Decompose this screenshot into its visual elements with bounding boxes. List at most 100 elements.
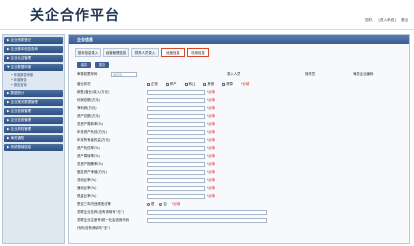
sidebar-item[interactable]: ▶ 海关通知 [4,135,63,142]
field-input[interactable] [147,194,205,199]
sidebar-item[interactable]: • 报告查询 [3,83,64,88]
required-mark: *必填 [207,122,215,126]
field-row: 总资产报酬率(%) *必填 [75,161,405,167]
field-label: 利润总额(万元) [77,98,100,102]
ops-option-label: 其他 [207,82,215,86]
sidebar-item[interactable]: ▼ 企业数据申报 [4,64,63,71]
ops-status-options: 正常 停产 转让 其他 清算 *必填 [147,81,249,87]
code-input[interactable]: 填写值 [111,72,137,77]
required-mark: *必填 [207,130,215,134]
field-label: 资产总额(万元) [77,114,100,118]
field-input[interactable] [147,170,205,175]
field-input[interactable] [147,154,205,159]
ops-option-label: 转让 [188,82,196,86]
app-title: 关企合作平台 [30,8,120,24]
field-label: 资产周转率(%) [77,154,100,158]
checkbox[interactable] [184,82,188,86]
field-input[interactable] [147,98,205,103]
sidebar-item[interactable]: ▶ 数据统计 [4,90,63,97]
radio-label: 是 [151,202,155,206]
field-label: 年末所有者权益(万元) [77,138,111,142]
sidebar-item[interactable]: ▶ 企业基本信息查询 [4,46,63,53]
field-row: 利润总额(万元) *必填 [75,97,405,103]
required-mark: *必填 [207,186,215,190]
related-input[interactable] [147,218,267,223]
sidebar-item[interactable]: ▶ 企业报关数据管理 [4,99,63,106]
logout-link[interactable]: 退出 [401,18,408,22]
field-label: 净利润(万元) [77,106,97,110]
field-input[interactable] [147,122,205,127]
radio-label: 否 [163,202,167,206]
tab-4[interactable]: 信用信息 [187,48,209,57]
field-input[interactable] [147,90,205,95]
field-input[interactable] [147,130,205,135]
field-label: 流动比率(%) [77,178,97,182]
field-label: 现金比率(%) [77,194,97,198]
sidebar-item[interactable]: ▶ 企业风险管理 [4,126,63,133]
ops-option[interactable]: 停产 [165,82,177,86]
ops-status-label: 营业状况 [77,82,91,86]
ops-option[interactable]: 清算 [222,82,233,86]
header-links: 您好, [进入系统] 退出 [361,18,408,23]
customs-code-label: 海关企业编码 [353,72,374,76]
checkbox[interactable] [165,82,169,86]
field-row: 净利润(万元) *必填 [75,105,405,111]
required-mark: *必填 [207,114,215,118]
tab-1[interactable]: 经营管理信息 [103,48,129,57]
field-label: 资产负债率(%) [77,146,100,150]
ops-option[interactable]: 转让 [184,82,196,86]
field-input[interactable] [147,186,205,191]
checkbox[interactable] [147,82,150,86]
person-label: 录入人员 [227,72,241,76]
ops-option-label: 正常 [151,82,158,86]
required-mark: *必填 [207,162,215,166]
checkbox[interactable] [203,82,207,86]
required-mark: *必填 [207,194,215,198]
field-row: 现金比率(%) *必填 [75,193,405,199]
sidebar-item[interactable]: ▶ 企业资质登记 [4,37,63,44]
related-label: 代码(没有请填写“无”) [77,226,111,230]
required-mark: *必填 [207,178,215,182]
field-input[interactable] [147,178,205,183]
tab-3[interactable]: 经营信息 [161,48,185,57]
required-mark: *必填 [207,138,215,142]
sidebar-item[interactable]: ▶ 系统基础信息 [4,144,63,151]
sidebar-item[interactable]: ▶ 企业信用管理 [4,108,63,115]
required-mark: *必填 [207,98,215,102]
greeting-text: 您好, [364,18,374,22]
field-row: 资产负债率(%) *必填 [75,145,405,151]
save-button[interactable]: 保存 [77,62,91,68]
sidebar-item[interactable]: ▶ 企业认证管理 [4,55,63,62]
ops-option[interactable]: 其他 [203,82,214,86]
operator-label: 操作员 [305,72,316,76]
field-input[interactable] [147,146,205,151]
submit-button[interactable]: 提交 [95,62,109,68]
tab-0[interactable]: 基本信息录入 [75,48,101,57]
required-mark: *必填 [207,106,215,110]
field-label: 年末资产负债(万元) [77,130,107,134]
field-input[interactable] [147,106,205,111]
top-info-row: 审核权限号码 填写值 录入人员 操作员 海关企业编码 [75,71,405,77]
violation-options: 是 否 *必填 [147,201,180,207]
checkbox[interactable] [222,82,226,86]
tab-2[interactable]: 财务人员录入 [131,48,159,57]
field-row: 年末资产负债(万元) *必填 [75,129,405,135]
radio[interactable] [147,202,150,206]
field-input[interactable] [147,162,205,167]
field-row: 固定资产净值(万元) *必填 [75,169,405,175]
related-input[interactable] [147,210,267,215]
field-row: 年末所有者权益(万元) *必填 [75,137,405,143]
sidebar-item[interactable]: ▶ 企业自查管理 [4,117,63,124]
related-label: 关联企业注册号/统一社会信用代码 [77,218,130,222]
field-input[interactable] [147,114,205,119]
app-header: 关企合作平台 您好, [进入系统] 退出 [0,0,414,30]
field-input[interactable] [147,138,205,143]
radio[interactable] [159,202,163,206]
ops-option[interactable]: 正常 [147,82,158,86]
main-panel: 企业信息 基本信息录入 经营管理信息 财务人员录入 经营信息 信用信息 保存 提交 审核… [68,34,410,244]
code-label: 审核权限号码 [77,72,98,76]
required-mark: *必填 [207,154,215,158]
required-mark: *必填 [240,82,250,86]
enter-system-link[interactable]: [进入系统] [378,18,395,22]
field-label: 总资产报酬率(%) [77,162,104,166]
